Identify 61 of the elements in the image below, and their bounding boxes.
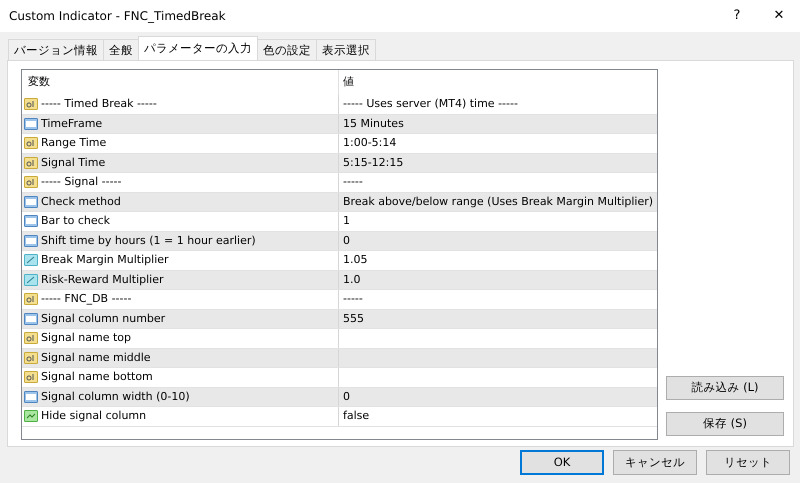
parameter-name: Signal column number [41, 310, 166, 326]
fraction-type-icon [24, 272, 38, 287]
integer-type-icon [24, 312, 38, 326]
string-type-icon [24, 97, 38, 112]
string-type-icon [24, 331, 38, 346]
parameter-value[interactable]: 1.0 [343, 272, 360, 286]
parameter-value[interactable]: 555 [343, 312, 364, 324]
integer-type-icon [24, 214, 38, 228]
parameter-value[interactable]: ----- Uses server (MT4) time ----- [343, 97, 518, 110]
column-header[interactable]: 変数 [28, 74, 50, 91]
parameter-value[interactable]: 15 Minutes [343, 116, 404, 130]
parameter-name: Risk-Reward Multiplier [41, 272, 164, 288]
parameter-name: Signal Time [41, 154, 106, 170]
help-button[interactable]: ? [716, 0, 758, 32]
integer-type-icon [24, 390, 38, 404]
parameter-name: ----- Signal ----- [41, 174, 122, 190]
parameter-name: Signal name middle [41, 350, 151, 366]
parameter-name: TimeFrame [41, 116, 102, 132]
parameter-value[interactable]: 0 [343, 234, 350, 246]
window-title: Custom Indicator - FNC_TimedBreak [9, 8, 227, 25]
parameter-name: ----- Timed Break ----- [41, 96, 157, 112]
tab[interactable]: 表示選択 [316, 39, 376, 60]
string-type-icon [24, 350, 38, 365]
integer-type-icon [24, 234, 38, 248]
parameter-value[interactable]: false [343, 409, 370, 422]
parameter-value[interactable]: 5:15-12:15 [343, 156, 404, 168]
parameter-name: Break Margin Multiplier [41, 252, 169, 268]
parameter-name: Range Time [41, 135, 106, 151]
parameter-value[interactable]: ----- [343, 292, 363, 305]
tab[interactable]: パラメーターの入力 [138, 36, 258, 60]
integer-type-icon [24, 194, 38, 209]
dialog-button[interactable]: OK [520, 450, 604, 475]
integer-type-icon [24, 116, 38, 131]
column-header[interactable]: 値 [343, 75, 354, 88]
parameter-name: Check method [41, 194, 121, 210]
tab[interactable]: バージョン情報 [8, 39, 104, 60]
close-button[interactable]: ✕ [758, 0, 800, 32]
string-type-icon [24, 175, 38, 190]
parameter-name: Signal name bottom [41, 369, 153, 385]
string-type-icon [24, 156, 38, 170]
parameter-value[interactable]: 1 [343, 214, 350, 227]
fraction-type-icon [24, 253, 38, 268]
parameter-name: Signal name top [41, 330, 132, 346]
parameter-value[interactable]: 0 [343, 390, 350, 402]
dialog-button[interactable]: キャンセル [613, 450, 697, 475]
side-button[interactable]: 保存 (S) [666, 412, 784, 436]
side-button[interactable]: 読み込み (L) [666, 376, 784, 400]
string-type-icon [24, 370, 38, 384]
parameter-name: ----- FNC_DB ----- [41, 291, 132, 307]
parameter-name: Bar to check [41, 213, 110, 229]
parameter-value[interactable]: ----- [343, 175, 363, 188]
dialog-button[interactable]: リセット [706, 450, 790, 475]
string-type-icon [24, 136, 38, 150]
parameter-value[interactable]: Break above/below range (Uses Break Margin Multiplier) [343, 194, 654, 208]
string-type-icon [24, 292, 38, 306]
parameter-value[interactable]: 1:00-5:14 [343, 136, 396, 149]
parameter-name: Shift time by hours (1 = 1 hour earlier) [41, 232, 256, 248]
parameter-name: Hide signal column [41, 408, 146, 424]
chart-type-icon [24, 409, 38, 424]
parameter-value[interactable]: 1.05 [343, 253, 368, 266]
parameter-name: Signal column width (0-10) [41, 388, 190, 404]
